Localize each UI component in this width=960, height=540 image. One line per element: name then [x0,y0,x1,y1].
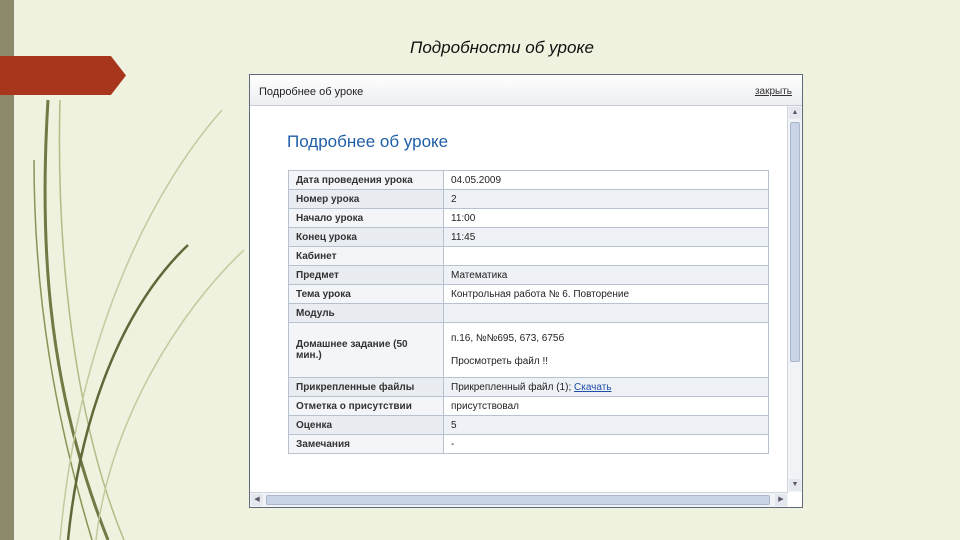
table-row: Домашнее задание (50 мин.) п.16, №№695, … [288,322,769,378]
horizontal-scroll-thumb[interactable] [266,495,770,505]
row-label: Отметка о присутствии [288,396,444,416]
window-title: Подробнее об уроке [259,86,364,98]
table-row: Предмет Математика [288,265,769,285]
row-label: Прикрепленные файлы [288,377,444,397]
vertical-scroll-thumb[interactable] [790,122,800,362]
table-row: Замечания - [288,434,769,454]
table-row: Прикрепленные файлы Прикрепленный файл (… [288,377,769,397]
window-content: Подробнее об уроке Дата проведения урока… [250,106,786,492]
row-value: 04.05.2009 [443,170,769,190]
attached-file-text: Прикрепленный файл (1); [451,381,572,393]
arrow-left-icon[interactable]: ◀ [251,494,263,506]
close-link[interactable]: закрыть [755,86,792,97]
table-row: Начало урока 11:00 [288,208,769,228]
row-label: Номер урока [288,189,444,209]
row-value: - [443,434,769,454]
slide-decorative-lines [33,99,245,540]
arrow-down-icon[interactable]: ▼ [789,479,801,491]
row-value: присутствовал [443,396,769,416]
row-value: 11:00 [443,208,769,228]
row-label: Оценка [288,415,444,435]
row-label: Замечания [288,434,444,454]
row-value: 5 [443,415,769,435]
row-value: 2 [443,189,769,209]
table-row: Номер урока 2 [288,189,769,209]
lesson-details-table: Дата проведения урока 04.05.2009 Номер у… [288,170,769,454]
arrow-up-icon[interactable]: ▲ [789,107,801,119]
table-row: Оценка 5 [288,415,769,435]
window-header: Подробнее об уроке закрыть [250,75,802,106]
row-value [443,303,769,323]
table-row: Модуль [288,303,769,323]
row-label: Начало урока [288,208,444,228]
row-label: Модуль [288,303,444,323]
download-link[interactable]: Скачать [574,382,612,393]
row-label: Кабинет [288,246,444,266]
horizontal-scrollbar[interactable]: ◀ ▶ [250,492,788,507]
row-value: Контрольная работа № 6. Повторение [443,284,769,304]
arrow-right-icon[interactable]: ▶ [775,494,787,506]
row-value: Прикрепленный файл (1); Скачать [443,377,769,397]
lesson-details-window: Подробнее об уроке закрыть Подробнее об … [249,74,803,508]
row-label: Предмет [288,265,444,285]
homework-text: п.16, №№695, 673, 675б [451,333,565,344]
vertical-scrollbar[interactable]: ▲ ▼ [787,106,802,492]
row-value: 11:45 [443,227,769,247]
row-value [443,246,769,266]
homework-file-link[interactable]: Просмотреть файл !! [451,356,761,367]
slide-title: Подробности об уроке [410,38,594,57]
row-label: Домашнее задание (50 мин.) [288,322,444,378]
row-value: п.16, №№695, 673, 675б Просмотреть файл … [443,322,769,378]
row-label: Дата проведения урока [288,170,444,190]
row-label: Тема урока [288,284,444,304]
table-row: Кабинет [288,246,769,266]
table-row: Дата проведения урока 04.05.2009 [288,170,769,190]
content-heading: Подробнее об уроке [287,132,449,151]
row-label: Конец урока [288,227,444,247]
row-value: Математика [443,265,769,285]
table-row: Тема урока Контрольная работа № 6. Повто… [288,284,769,304]
table-row: Отметка о присутствии присутствовал [288,396,769,416]
table-row: Конец урока 11:45 [288,227,769,247]
